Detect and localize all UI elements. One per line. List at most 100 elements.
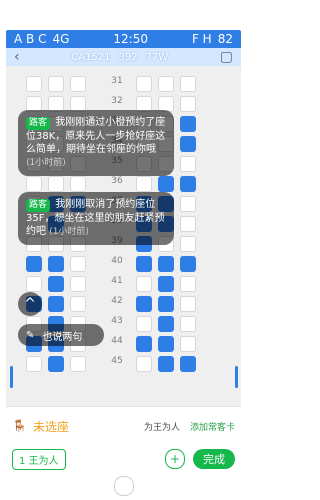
add-frequent-card-link[interactable]: 添加常客卡 (190, 420, 235, 433)
seat[interactable] (158, 316, 174, 332)
row-number: 41 (111, 276, 123, 286)
comment-time: (1小时前) (49, 227, 89, 237)
seat[interactable] (180, 96, 196, 112)
seat[interactable] (136, 76, 152, 92)
seat[interactable] (136, 356, 152, 372)
seat[interactable] (48, 176, 64, 192)
seat[interactable] (158, 76, 174, 92)
seat[interactable] (180, 216, 196, 232)
seat[interactable] (158, 336, 174, 352)
seat[interactable] (180, 316, 196, 332)
row-number: 40 (111, 256, 123, 266)
seat[interactable] (48, 356, 64, 372)
status-time: 12:50 (113, 32, 148, 46)
seat[interactable] (26, 176, 42, 192)
say-something-label: 也说两句 (42, 331, 83, 343)
seat[interactable] (180, 276, 196, 292)
seat-icon: 🪑 (12, 419, 27, 433)
comment-tag: 路客 (26, 117, 51, 130)
say-something-button[interactable]: ✎ 也说两句 (18, 324, 104, 346)
left-exit-marker (10, 366, 13, 388)
flight-code: CA1521 (71, 51, 111, 63)
comment-bubble-2: 路客 我刚刚取消了预约座位35F，想坐在这里的朋友赶紧预约吧 (1小时前) (18, 192, 174, 245)
selection-header: 🪑 未选座 为王为人 添加常客卡 (12, 415, 235, 437)
seat[interactable] (26, 276, 42, 292)
done-button[interactable]: 完成 (193, 449, 235, 469)
seat[interactable] (180, 236, 196, 252)
status-network: 4G (52, 32, 70, 46)
seat[interactable] (136, 296, 152, 312)
seat[interactable] (70, 256, 86, 272)
selection-panel: 🪑 未选座 为王为人 添加常客卡 1 王为人 + 完成 (6, 406, 241, 470)
seat[interactable] (180, 296, 196, 312)
seat[interactable] (180, 136, 196, 152)
home-button[interactable] (113, 476, 134, 496)
seat[interactable] (180, 76, 196, 92)
seat[interactable] (26, 76, 42, 92)
row-number: 36 (111, 176, 123, 186)
back-arrow-icon[interactable]: ‹ (14, 49, 20, 65)
seat[interactable] (180, 356, 196, 372)
unselected-label: 未选座 (32, 419, 69, 434)
seat[interactable] (70, 76, 86, 92)
seat[interactable] (48, 256, 64, 272)
seat[interactable] (70, 356, 86, 372)
status-bar: A B C 4G 12:50 F H 82 (6, 30, 241, 48)
seat[interactable] (136, 336, 152, 352)
row-number: 45 (111, 356, 123, 366)
seat[interactable] (180, 156, 196, 172)
seat[interactable] (180, 196, 196, 212)
status-left: A B C 4G (14, 32, 69, 46)
collapse-button[interactable]: ^ (18, 292, 42, 316)
battery-level: 82 (217, 32, 233, 46)
pencil-icon: ✎ (26, 329, 35, 341)
seat[interactable] (158, 356, 174, 372)
status-left-text: A B C (14, 32, 47, 46)
phone-bottom-bar (0, 472, 247, 500)
comment-tag: 路客 (26, 199, 51, 212)
flight-number: 392 (118, 51, 138, 63)
status-right-text: F H (191, 32, 212, 46)
right-exit-marker (235, 366, 238, 388)
action-controls: + 完成 (165, 449, 235, 469)
seat[interactable] (158, 276, 174, 292)
row-number: 31 (111, 76, 123, 86)
comment-time: (1小时前) (26, 158, 66, 168)
chevron-up-icon: ^ (24, 296, 36, 312)
seat[interactable] (48, 276, 64, 292)
seat[interactable] (70, 276, 86, 292)
for-passenger-label: 为王为人 (143, 422, 180, 433)
flight-info: CA1521 392 77W (71, 52, 168, 63)
row-number: 44 (111, 336, 123, 346)
plus-icon[interactable]: + (165, 449, 185, 469)
seat[interactable] (70, 296, 86, 312)
selection-actions: 1 王为人 + 完成 (12, 448, 235, 470)
phone-frame: A B C 4G 12:50 F H 82 ‹ CA1521 392 77W ▢… (0, 0, 247, 500)
aircraft-type: 77W (145, 51, 169, 63)
passenger-chip[interactable]: 1 王为人 (12, 448, 66, 470)
row-number: 43 (111, 316, 123, 326)
seat[interactable] (26, 356, 42, 372)
seat[interactable] (70, 176, 86, 192)
seat[interactable] (180, 336, 196, 352)
seat-map-icon: ▢ (219, 49, 233, 65)
seat[interactable] (136, 176, 152, 192)
seat[interactable] (158, 256, 174, 272)
seat[interactable] (136, 256, 152, 272)
app-screen: A B C 4G 12:50 F H 82 ‹ CA1521 392 77W ▢… (6, 30, 241, 470)
header-actions: 为王为人 添加常客卡 (144, 420, 235, 433)
seat[interactable] (180, 256, 196, 272)
status-right: F H 82 (192, 32, 233, 46)
seat[interactable] (158, 296, 174, 312)
seat[interactable] (48, 296, 64, 312)
seat[interactable] (158, 176, 174, 192)
seat[interactable] (180, 176, 196, 192)
top-nav: ‹ CA1521 392 77W ▢ (6, 48, 241, 66)
seat[interactable] (180, 116, 196, 132)
seat[interactable] (48, 76, 64, 92)
seat[interactable] (26, 256, 42, 272)
seat[interactable] (136, 316, 152, 332)
seat[interactable] (136, 276, 152, 292)
unselected-state: 🪑 未选座 (12, 418, 69, 435)
comment-bubble-1: 路客 我刚刚通过小橙预约了座位38K，原来先人一步抢好座这么简单，期待坐在邻座的… (18, 110, 174, 176)
